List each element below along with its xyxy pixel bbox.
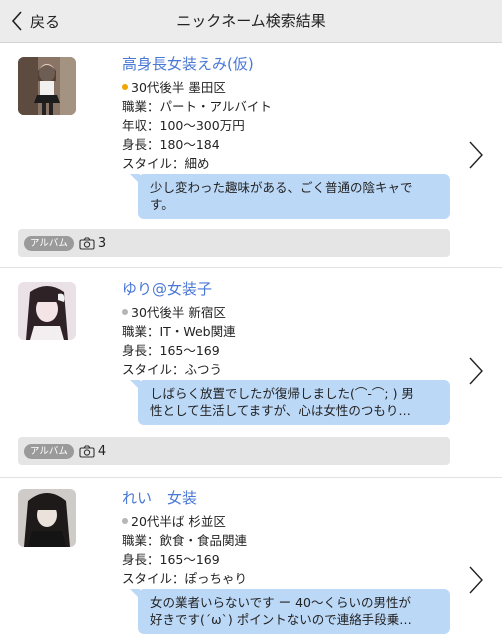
message-bubble: 女の業者いらないです ー 40〜くらいの男性が 好きです(´ω`) ポイントない… — [130, 589, 450, 634]
camera-icon — [79, 444, 95, 458]
back-button[interactable]: 戻る — [10, 0, 60, 42]
album-badge: アルバム — [24, 235, 74, 251]
occupation: 職業：飲食・食品関連 — [122, 533, 248, 548]
style: スタイル：ふつう — [122, 362, 223, 377]
income: 年収：100〜300万円 — [122, 118, 245, 133]
height: 身長：165〜169 — [122, 343, 220, 358]
avatar[interactable] — [18, 57, 76, 115]
height: 身長：180〜184 — [122, 137, 220, 152]
page-title: ニックネーム検索結果 — [176, 12, 326, 30]
offline-status-dot — [122, 518, 128, 524]
album-count: 3 — [97, 235, 107, 251]
album-bar[interactable]: アルバム 4 — [18, 437, 450, 465]
style: スタイル：細め — [122, 156, 210, 171]
offline-status-dot — [122, 309, 128, 315]
album-count: 4 — [97, 443, 107, 459]
chevron-right-icon[interactable] — [466, 356, 486, 386]
occupation: 職業：IT・Web関連 — [122, 324, 236, 339]
message-bubble: しばらく放置でしたが復帰しました(⌒-⌒; ) 男 性として生活してますが、心は… — [130, 380, 450, 425]
chevron-right-icon[interactable] — [466, 140, 486, 170]
camera-icon — [79, 236, 95, 250]
message-bubble: 少し変わった趣味がある、ごく普通の陰キャで す。 — [130, 174, 450, 219]
age-area: 20代半ば 杉並区 — [122, 511, 226, 530]
age-area: 30代後半 新宿区 — [122, 302, 226, 321]
occupation: 職業：パート・アルバイト — [122, 99, 272, 114]
height: 身長：165〜169 — [122, 552, 220, 567]
avatar[interactable] — [18, 282, 76, 340]
result-card[interactable]: 高身長女装えみ(仮) 30代後半 墨田区 職業：パート・アルバイト 年収：100… — [0, 43, 502, 267]
nav-header: 戻る ニックネーム検索結果 — [0, 0, 502, 43]
back-label: 戻る — [30, 12, 61, 31]
avatar[interactable] — [18, 489, 76, 547]
nickname-link[interactable]: れい 女装 — [122, 487, 197, 508]
nickname-link[interactable]: ゆり@女装子 — [122, 278, 212, 299]
chevron-right-icon[interactable] — [466, 565, 486, 595]
nickname-link[interactable]: 高身長女装えみ(仮) — [122, 53, 254, 74]
result-card[interactable]: ゆり@女装子 30代後半 新宿区 職業：IT・Web関連 身長：165〜169 … — [0, 268, 502, 476]
age-area: 30代後半 墨田区 — [122, 77, 226, 96]
album-bar[interactable]: アルバム 3 — [18, 229, 450, 257]
style: スタイル：ぽっちゃり — [122, 571, 248, 586]
online-status-dot — [122, 84, 128, 90]
result-card[interactable]: れい 女装 20代半ば 杉並区 職業：飲食・食品関連 身長：165〜169 スタ… — [0, 477, 502, 643]
chevron-left-icon — [10, 0, 30, 42]
album-badge: アルバム — [24, 443, 74, 459]
